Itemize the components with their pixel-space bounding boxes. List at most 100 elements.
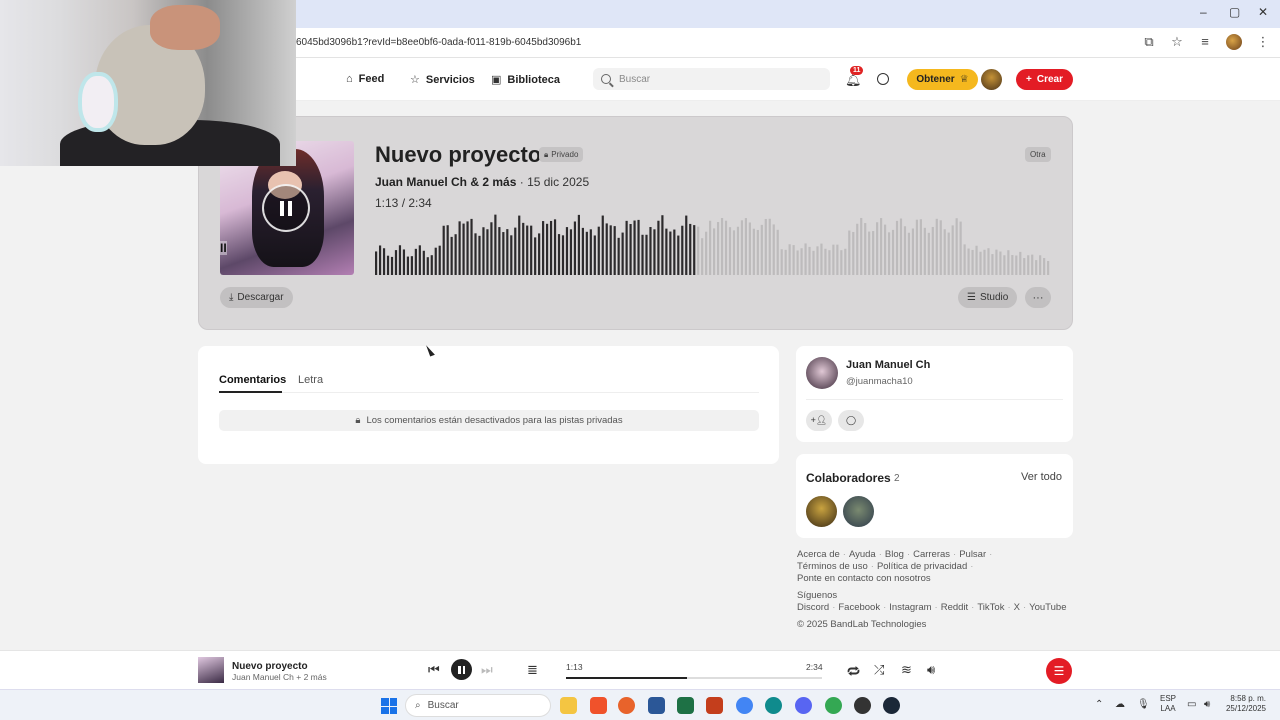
shuffle-icon[interactable]: ⤮ <box>874 662 884 678</box>
excel-icon[interactable] <box>677 697 694 714</box>
footer-link-carreras[interactable]: Carreras <box>913 549 950 560</box>
discord-icon[interactable] <box>795 697 812 714</box>
waveform-bar <box>502 232 505 275</box>
brave-browser-icon[interactable] <box>590 697 607 714</box>
footer-link-acerca[interactable]: Acerca de <box>797 549 840 560</box>
see-all-link[interactable]: Ver todo <box>1021 471 1062 483</box>
tab-letra[interactable]: Letra <box>298 374 323 386</box>
studio-label: Studio <box>979 292 1009 303</box>
tab-comentarios[interactable]: Comentarios <box>219 374 286 386</box>
waveform-bar <box>474 233 477 275</box>
footer-link-privacidad[interactable]: Política de privacidad <box>877 561 967 572</box>
waveform-bar <box>880 218 883 275</box>
minimize-icon[interactable]: – <box>1200 5 1207 19</box>
close-icon[interactable]: ✕ <box>1258 5 1268 19</box>
player-pause-button[interactable] <box>451 659 472 680</box>
user-avatar[interactable] <box>981 69 1002 90</box>
media-control-icon[interactable]: ≡ <box>1198 35 1212 49</box>
radio-icon[interactable]: ≋ <box>901 662 912 678</box>
file-explorer-icon[interactable] <box>560 697 577 714</box>
microphone-icon[interactable]: 🎙︎ <box>1137 699 1150 710</box>
previous-track-icon[interactable]: ⏮︎ <box>428 662 440 678</box>
search-input[interactable]: Buscar <box>593 68 830 90</box>
player-track-artist[interactable]: Juan Manuel Ch + 2 más <box>232 672 327 682</box>
artist-profile-name[interactable]: Juan Manuel Ch <box>846 359 930 371</box>
maximize-icon[interactable]: ▢ <box>1229 5 1240 19</box>
keyboard-language[interactable]: ESP LAA <box>1160 694 1176 714</box>
taskbar-clock[interactable]: 8:58 p. m. 25/12/2025 <box>1222 694 1266 714</box>
social-link-discord[interactable]: Discord <box>797 602 829 613</box>
waveform-bar <box>406 256 409 275</box>
chrome-icon[interactable] <box>736 697 753 714</box>
nav-feed[interactable]: ⌂ Feed <box>346 73 384 85</box>
nav-servicios[interactable]: ☆ Servicios <box>410 73 475 87</box>
waveform-bar <box>613 226 616 275</box>
follow-button[interactable]: +👤︎ <box>806 410 832 431</box>
genre-badge[interactable]: Otra <box>1025 147 1051 162</box>
browser-menu-icon[interactable]: ⋮ <box>1256 35 1270 49</box>
waveform-bar <box>903 226 907 275</box>
footer-link-blog[interactable]: Blog <box>885 549 904 560</box>
taskbar-search[interactable]: ⌕ Buscar <box>405 694 551 717</box>
studio-button[interactable]: ☰ Studio <box>958 287 1018 308</box>
artist-more[interactable]: & 2 más <box>470 175 516 189</box>
waveform-bar <box>999 251 1002 275</box>
messages-icon[interactable] <box>877 73 889 85</box>
duration: 2:34 <box>408 196 432 210</box>
powerpoint-icon[interactable] <box>706 697 723 714</box>
waveform-bar <box>386 255 390 275</box>
browser-profile-avatar[interactable] <box>1226 34 1242 50</box>
waveform-bar <box>378 245 382 275</box>
player-track-title[interactable]: Nuevo proyecto <box>232 661 308 672</box>
volume-icon[interactable]: 🔊︎ <box>927 662 935 678</box>
download-button[interactable]: ⤓ Descargar <box>220 287 293 308</box>
waveform[interactable] <box>375 213 1051 275</box>
word-icon[interactable] <box>648 697 665 714</box>
collaborator-avatar[interactable] <box>843 496 874 527</box>
player-menu-button[interactable]: ☰ <box>1046 658 1072 684</box>
volume-tray-icon[interactable]: 🔊︎ <box>1204 699 1210 710</box>
artist-name[interactable]: Juan Manuel Ch <box>375 175 467 189</box>
tray-app-icon[interactable]: ☁︎ <box>1115 699 1125 710</box>
bookmark-star-icon[interactable]: ☆ <box>1170 35 1184 49</box>
edge-icon[interactable] <box>765 697 782 714</box>
message-button[interactable]: ◯ <box>838 410 864 431</box>
footer-link-pulsar[interactable]: Pulsar <box>959 549 986 560</box>
artist-avatar[interactable] <box>806 357 838 389</box>
social-link-youtube[interactable]: YouTube <box>1029 602 1066 613</box>
nav-biblioteca[interactable]: ▣ Biblioteca <box>491 73 560 87</box>
footer-link-contacto[interactable]: Ponte en contacto con nosotros <box>797 573 931 584</box>
waveform-bar <box>987 248 990 275</box>
firefox-icon[interactable] <box>618 697 635 714</box>
waveform-bar <box>744 218 747 275</box>
install-app-icon[interactable]: ⧉ <box>1142 35 1156 49</box>
tray-chevron-icon[interactable]: ⌃ <box>1095 699 1103 710</box>
waveform-bar <box>545 223 549 275</box>
queue-icon[interactable]: ≣ <box>527 662 538 678</box>
social-link-tiktok[interactable]: TikTok <box>977 602 1004 613</box>
footer-link-ayuda[interactable]: Ayuda <box>849 549 876 560</box>
chrome-profile-icon[interactable] <box>825 697 842 714</box>
windows-start-icon[interactable] <box>381 698 397 714</box>
repeat-icon[interactable]: 🔁︎ <box>847 662 860 681</box>
waveform-bar <box>840 250 843 275</box>
steam-icon[interactable] <box>883 697 900 714</box>
cover-pause-button[interactable] <box>262 184 310 232</box>
social-link-instagram[interactable]: Instagram <box>889 602 931 613</box>
next-track-icon[interactable]: ⏭︎ <box>481 662 493 678</box>
footer-link-terminos[interactable]: Términos de uso <box>797 561 868 572</box>
app-icon[interactable] <box>854 697 871 714</box>
waveform-bar <box>1043 258 1046 275</box>
social-link-reddit[interactable]: Reddit <box>941 602 968 613</box>
url-text[interactable]: 6045bd3096b1?revId=b8ee0bf6-0ada-f011-81… <box>296 37 581 48</box>
collaborator-avatar[interactable] <box>806 496 837 527</box>
more-options-button[interactable]: ··· <box>1025 287 1051 308</box>
player-cover-art[interactable] <box>198 657 224 683</box>
network-icon[interactable]: ▭ <box>1187 699 1196 710</box>
crear-button[interactable]: + Crear <box>1016 69 1073 90</box>
obtener-button[interactable]: Obtener ♕ <box>907 69 978 90</box>
waveform-bar <box>736 226 740 275</box>
social-link-facebook[interactable]: Facebook <box>838 602 880 613</box>
player-progress-bar[interactable] <box>566 677 822 679</box>
more-icon: ··· <box>1032 291 1044 304</box>
